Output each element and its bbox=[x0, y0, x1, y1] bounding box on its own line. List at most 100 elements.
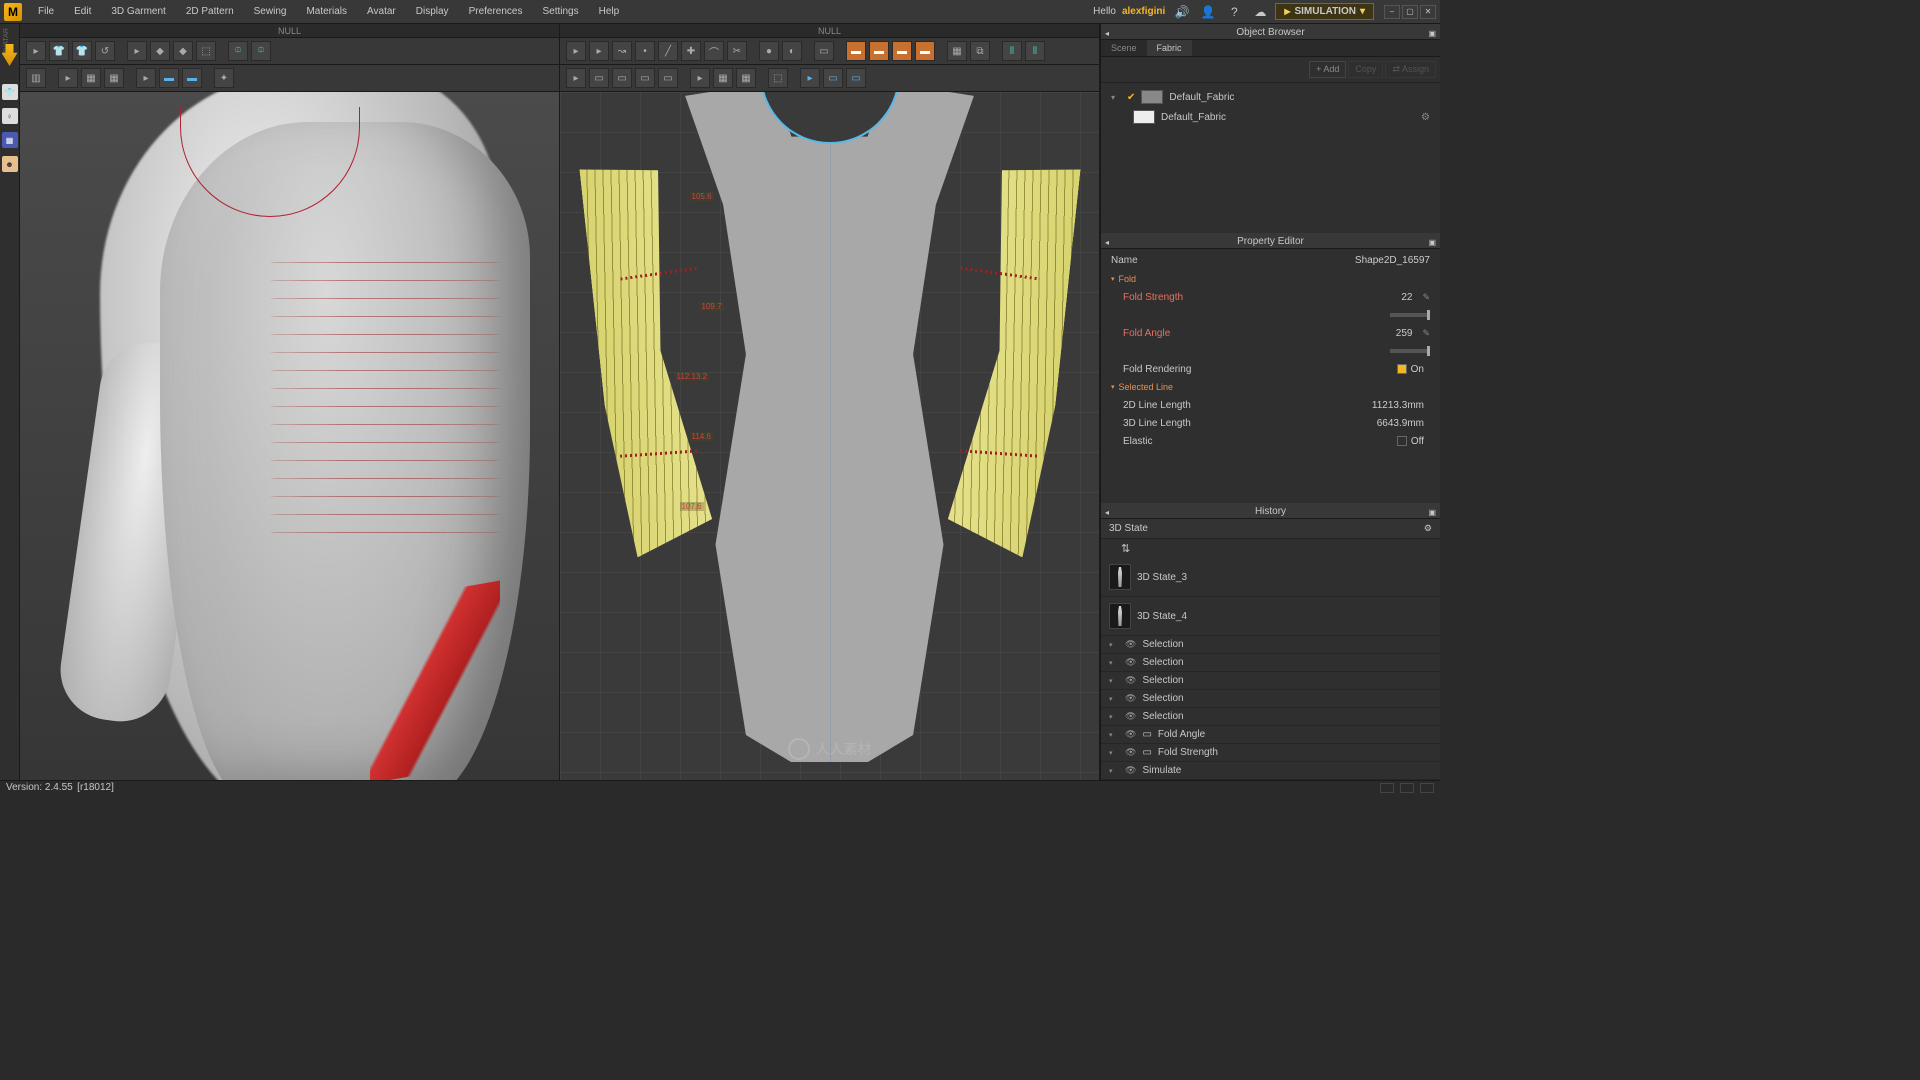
tool2d-b10[interactable]: ▸ bbox=[800, 68, 820, 88]
tool2d-curve[interactable]: ↝ bbox=[612, 41, 632, 61]
expand-icon[interactable]: ▾ bbox=[1111, 93, 1121, 102]
cloud-icon[interactable]: ☁ bbox=[1249, 1, 1271, 23]
tool2d-b12[interactable]: ▭ bbox=[846, 68, 866, 88]
tool2d-cut[interactable]: ✂ bbox=[727, 41, 747, 61]
tool2d-select[interactable]: ▸ bbox=[566, 41, 586, 61]
tool-arrange-1[interactable]: ▸ bbox=[127, 41, 147, 61]
simulation-button[interactable]: SIMULATION ▾ bbox=[1275, 3, 1374, 20]
history-item[interactable]: ▾👁Selection bbox=[1101, 672, 1440, 690]
avatar-body-icon[interactable]: ♀ bbox=[2, 108, 18, 124]
tool-garment-front[interactable]: 👕 bbox=[49, 41, 69, 61]
user-name[interactable]: alexfigini bbox=[1122, 6, 1165, 17]
tool2d-b5[interactable]: ▭ bbox=[658, 68, 678, 88]
fold-angle-value[interactable]: 259 bbox=[1396, 328, 1413, 339]
tool2d-trace[interactable]: ▦ bbox=[947, 41, 967, 61]
edit-icon[interactable]: ✎ bbox=[1422, 292, 1430, 303]
menu-edit[interactable]: Edit bbox=[64, 0, 101, 23]
fold-angle-slider[interactable] bbox=[1390, 349, 1430, 353]
tool2d-b3[interactable]: ▭ bbox=[612, 68, 632, 88]
tool2d-line[interactable]: ╱ bbox=[658, 41, 678, 61]
gear-icon[interactable]: ⚙ bbox=[1424, 523, 1432, 534]
tool2d-b7[interactable]: ▦ bbox=[713, 68, 733, 88]
status-icon-3[interactable] bbox=[1420, 783, 1434, 793]
tool2d-rect[interactable]: ▭ bbox=[814, 41, 834, 61]
tool2d-b2[interactable]: ▭ bbox=[589, 68, 609, 88]
tool2d-b9[interactable]: ⬚ bbox=[768, 68, 788, 88]
tool2d-sew-3[interactable]: ▬ bbox=[892, 41, 912, 61]
tool2d-b4[interactable]: ▭ bbox=[635, 68, 655, 88]
tool-arrange-3[interactable]: ◆ bbox=[173, 41, 193, 61]
tool-mesh[interactable]: ▥ bbox=[26, 68, 46, 88]
section-selected-line[interactable]: Selected Line bbox=[1101, 378, 1440, 396]
tool2d-arc[interactable]: ⌒ bbox=[704, 41, 724, 61]
history-state-1[interactable]: 3D State_3 bbox=[1101, 558, 1440, 597]
tool-display-3[interactable]: ▬ bbox=[182, 68, 202, 88]
tab-fabric[interactable]: Fabric bbox=[1147, 40, 1192, 56]
tool-misc[interactable]: ✦ bbox=[214, 68, 234, 88]
avatar-shirt-icon[interactable]: 👕 bbox=[2, 84, 18, 100]
history-3dstate-header[interactable]: 3D State⚙ bbox=[1101, 519, 1440, 539]
fabric-item-1[interactable]: ▾ ✔ Default_Fabric bbox=[1109, 87, 1432, 107]
section-fold[interactable]: Fold bbox=[1101, 270, 1440, 288]
fabric-item-2[interactable]: Default_Fabric ⚙ bbox=[1109, 107, 1432, 127]
tool-select[interactable]: ▸ bbox=[26, 41, 46, 61]
tool-arrange-2[interactable]: ◆ bbox=[150, 41, 170, 61]
tool2d-fold-1[interactable]: ⫴ bbox=[1002, 41, 1022, 61]
avatar-measure-icon[interactable]: ▦ bbox=[2, 132, 18, 148]
menu-settings[interactable]: Settings bbox=[532, 0, 588, 23]
canvas-3d[interactable] bbox=[20, 92, 559, 780]
fold-rendering-checkbox[interactable] bbox=[1397, 364, 1407, 374]
history-item[interactable]: ▾👁Selection bbox=[1101, 708, 1440, 726]
tool2d-sew-2[interactable]: ▬ bbox=[869, 41, 889, 61]
menu-preferences[interactable]: Preferences bbox=[459, 0, 533, 23]
menu-2d-pattern[interactable]: 2D Pattern bbox=[176, 0, 244, 23]
tool-display-1[interactable]: ▸ bbox=[136, 68, 156, 88]
help-icon[interactable]: ? bbox=[1223, 1, 1245, 23]
fold-strength-value[interactable]: 22 bbox=[1401, 292, 1412, 303]
history-item[interactable]: ▾👁Selection bbox=[1101, 636, 1440, 654]
tool2d-b1[interactable]: ▸ bbox=[566, 68, 586, 88]
user-icon[interactable]: 👤 bbox=[1197, 1, 1219, 23]
sound-icon[interactable]: 🔊 bbox=[1171, 1, 1193, 23]
menu-display[interactable]: Display bbox=[406, 0, 459, 23]
tool2d-edit[interactable]: ▸ bbox=[589, 41, 609, 61]
pin-icon[interactable]: ▣ bbox=[1428, 505, 1436, 521]
tool2d-b8[interactable]: ▦ bbox=[736, 68, 756, 88]
tool2d-b11[interactable]: ▭ bbox=[823, 68, 843, 88]
tool-garment-reset[interactable]: ↺ bbox=[95, 41, 115, 61]
tool2d-b6[interactable]: ▸ bbox=[690, 68, 710, 88]
pin-icon[interactable]: ▣ bbox=[1428, 26, 1436, 42]
tool-view-1[interactable]: ▸ bbox=[58, 68, 78, 88]
window-minimize[interactable]: – bbox=[1384, 5, 1400, 19]
prop-name-value[interactable]: Shape2D_16597 bbox=[1355, 255, 1430, 266]
history-item[interactable]: ▾👁Selection bbox=[1101, 654, 1440, 672]
tool-gift-1[interactable]: ⯐ bbox=[228, 41, 248, 61]
tool2d-shape-2[interactable]: ◐ bbox=[782, 41, 802, 61]
tool-view-3[interactable]: ▦ bbox=[104, 68, 124, 88]
menu-materials[interactable]: Materials bbox=[296, 0, 357, 23]
tool2d-shape-1[interactable]: ● bbox=[759, 41, 779, 61]
status-icon-1[interactable] bbox=[1380, 783, 1394, 793]
tool-view-2[interactable]: ▦ bbox=[81, 68, 101, 88]
assign-button[interactable]: ⇄ Assign bbox=[1385, 61, 1436, 78]
history-item[interactable]: ▾👁Selection bbox=[1101, 690, 1440, 708]
tool-garment-back[interactable]: 👕 bbox=[72, 41, 92, 61]
menu-file[interactable]: File bbox=[28, 0, 64, 23]
history-item[interactable]: ▾👁Simulate bbox=[1101, 762, 1440, 780]
tool2d-point[interactable]: • bbox=[635, 41, 655, 61]
window-restore[interactable]: ▢ bbox=[1402, 5, 1418, 19]
canvas-2d[interactable]: 105.6 109.7 112.13.2 114.6 107.6 人人素材 bbox=[560, 92, 1099, 780]
tool-display-2[interactable]: ▬ bbox=[159, 68, 179, 88]
tab-scene[interactable]: Scene bbox=[1101, 40, 1147, 56]
window-close[interactable]: ✕ bbox=[1420, 5, 1436, 19]
edit-icon[interactable]: ✎ bbox=[1422, 328, 1430, 339]
tool-gift-2[interactable]: ⯐ bbox=[251, 41, 271, 61]
tool2d-sew-1[interactable]: ▬ bbox=[846, 41, 866, 61]
history-state-2[interactable]: 3D State_4 bbox=[1101, 597, 1440, 636]
status-icon-2[interactable] bbox=[1400, 783, 1414, 793]
avatar-head-icon[interactable]: ☻ bbox=[2, 156, 18, 172]
pin-icon[interactable]: ▣ bbox=[1428, 235, 1436, 251]
fold-strength-slider[interactable] bbox=[1390, 313, 1430, 317]
gear-icon[interactable]: ⚙ bbox=[1421, 112, 1430, 123]
copy-button[interactable]: Copy bbox=[1348, 61, 1383, 78]
